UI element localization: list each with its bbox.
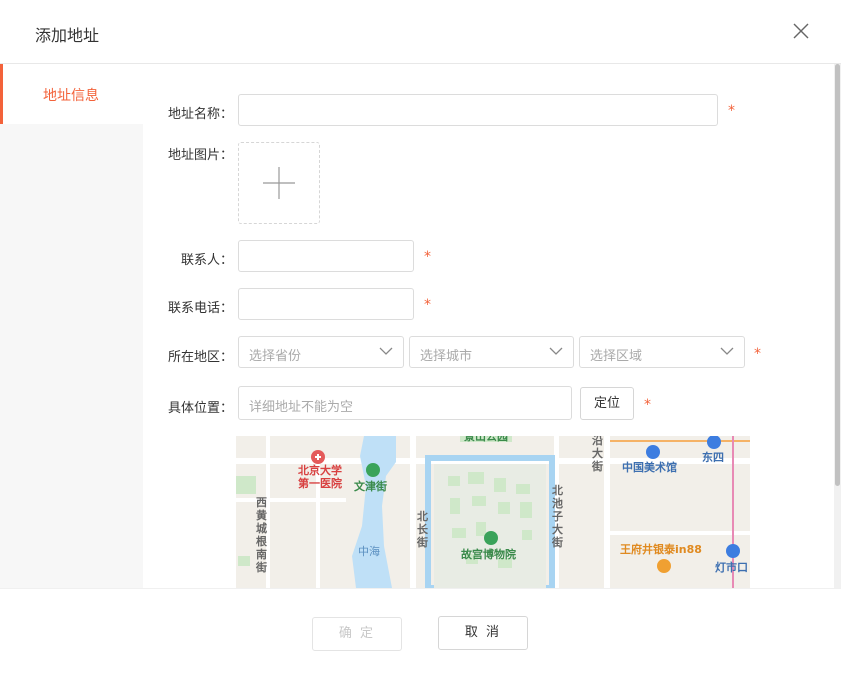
chevron-down-icon xyxy=(549,347,563,355)
map-label-gugong: 故宫博物院 xyxy=(461,548,516,561)
chevron-down-icon xyxy=(720,347,734,355)
map-label-dengshikou: 灯市口 xyxy=(715,561,748,574)
dialog-title: 添加地址 xyxy=(35,26,100,45)
map-label-hospital: 北京大学 第一医院 xyxy=(298,464,342,490)
address-name-input[interactable] xyxy=(238,94,718,126)
plus-icon xyxy=(263,167,295,199)
contact-label: 联系人： xyxy=(180,253,233,268)
phone-label: 联系电话： xyxy=(167,301,233,316)
add-address-dialog: 添加地址 地址信息 地址名称： * 地址图片： 联系人： * 联系电话： * 所… xyxy=(0,0,841,678)
address-name-label: 地址名称： xyxy=(167,107,233,122)
cancel-button[interactable]: 取 消 xyxy=(438,616,528,650)
district-select[interactable]: 选择区域 xyxy=(579,336,745,368)
district-placeholder: 选择区域 xyxy=(590,349,643,364)
metro-icon xyxy=(646,445,660,459)
map-label-xihuang: 西黄城根南街 xyxy=(256,496,267,574)
contact-input[interactable] xyxy=(238,240,414,272)
map-label-beichizi: 北池子大街 xyxy=(552,484,563,549)
scrollbar[interactable] xyxy=(834,64,841,588)
map-label-dongsi: 东四 xyxy=(702,451,724,464)
location-label: 具体位置： xyxy=(167,401,233,416)
map-label-wenjin: 文津街 xyxy=(354,480,387,493)
location-placeholder: 详细地址不能为空 xyxy=(249,400,354,415)
confirm-button[interactable]: 确 定 xyxy=(312,617,402,651)
city-placeholder: 选择城市 xyxy=(420,349,473,364)
sidebar: 地址信息 xyxy=(0,64,143,588)
dialog-header: 添加地址 xyxy=(0,0,841,64)
image-upload[interactable] xyxy=(238,142,320,224)
required-mark: * xyxy=(424,297,431,313)
map-label-yandai: 沿大街 xyxy=(592,436,603,473)
city-select[interactable]: 选择城市 xyxy=(409,336,574,368)
map-label-wangfujing: 王府井银泰in88 xyxy=(620,543,702,556)
required-mark: * xyxy=(424,249,431,265)
region-label: 所在地区： xyxy=(167,350,233,365)
required-mark: * xyxy=(728,103,735,119)
location-input[interactable]: 详细地址不能为空 xyxy=(238,386,572,420)
map-label-meishuguan: 中国美术馆 xyxy=(622,461,677,474)
camera-icon xyxy=(366,463,380,477)
metro-icon xyxy=(726,544,740,558)
required-mark: * xyxy=(644,397,651,413)
map-label-zhonghai: 中海 xyxy=(358,545,380,558)
chevron-down-icon xyxy=(379,347,393,355)
address-image-label: 地址图片： xyxy=(167,148,233,163)
phone-input[interactable] xyxy=(238,288,414,320)
footer-divider xyxy=(0,588,841,589)
required-mark: * xyxy=(754,346,761,362)
sidebar-item-address-info[interactable]: 地址信息 xyxy=(0,64,143,124)
sidebar-item-label: 地址信息 xyxy=(43,88,99,104)
camera-icon xyxy=(484,531,498,545)
mall-icon xyxy=(657,559,671,573)
province-select[interactable]: 选择省份 xyxy=(238,336,404,368)
map-label-jingshan: 景山公园 xyxy=(464,436,508,443)
map-view[interactable]: 景山公园 北京大学 第一医院 文津街 西黄城根南街 中海 北长街 故宫博物院 北… xyxy=(236,436,750,588)
province-placeholder: 选择省份 xyxy=(249,349,302,364)
close-icon[interactable] xyxy=(792,22,810,40)
locate-button[interactable]: 定位 xyxy=(580,387,634,420)
scrollbar-thumb[interactable] xyxy=(835,64,840,486)
map-label-beichang: 北长街 xyxy=(417,510,428,549)
